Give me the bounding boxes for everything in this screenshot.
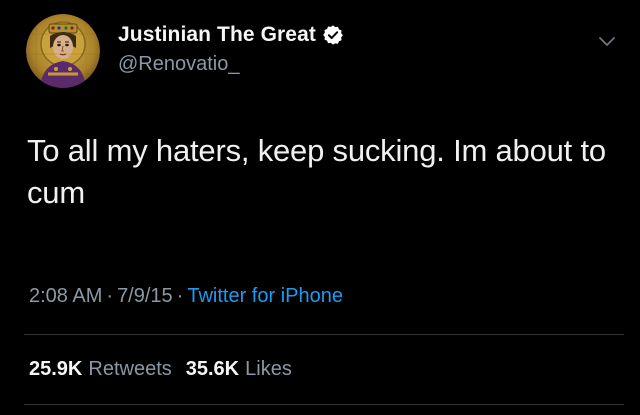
author-avatar[interactable] xyxy=(26,14,100,88)
tweet-time[interactable]: 2:08 AM xyxy=(29,285,102,307)
meta-separator: · xyxy=(106,285,114,307)
meta-separator: · xyxy=(176,285,184,307)
retweets-count: 25.9K xyxy=(29,358,83,380)
likes-stat[interactable]: 35.6K Likes xyxy=(186,358,292,380)
engagement-stats: 25.9K Retweets 35.6K Likes xyxy=(29,358,292,381)
retweets-stat[interactable]: 25.9K Retweets xyxy=(29,358,172,380)
verified-badge-icon xyxy=(322,24,344,46)
chevron-down-icon[interactable] xyxy=(596,30,618,52)
tweet-source-link[interactable]: Twitter for iPhone xyxy=(187,285,343,307)
likes-label: Likes xyxy=(245,358,292,380)
divider xyxy=(24,334,624,335)
mosaic-portrait-icon xyxy=(26,14,100,88)
tweet-card: Justinian The Great @Renovatio_ To all m… xyxy=(0,0,640,415)
display-name-row: Justinian The Great xyxy=(118,20,344,50)
tweet-text: To all my haters, keep sucking. Im about… xyxy=(27,133,606,210)
divider xyxy=(24,404,624,405)
retweets-label: Retweets xyxy=(88,358,172,380)
author-names: Justinian The Great @Renovatio_ xyxy=(118,20,344,76)
tweet-date[interactable]: 7/9/15 xyxy=(117,285,173,307)
author-handle[interactable]: @Renovatio_ xyxy=(118,53,344,76)
likes-count: 35.6K xyxy=(185,358,240,380)
display-name[interactable]: Justinian The Great xyxy=(118,23,316,47)
tweet-metadata: 2:08 AM · 7/9/15 · Twitter for iPhone xyxy=(29,285,343,308)
